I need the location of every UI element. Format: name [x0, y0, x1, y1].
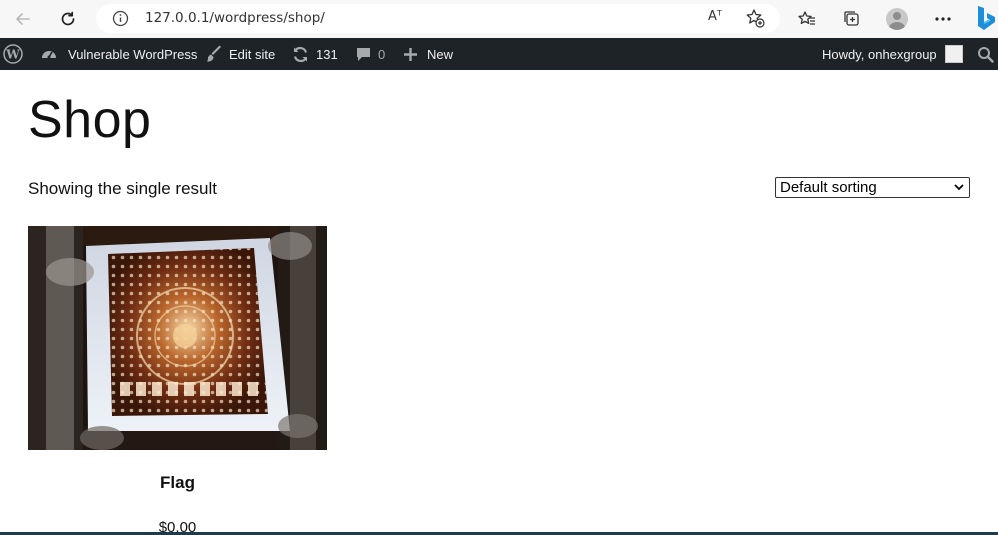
site-name-label: Vulnerable WordPress	[68, 46, 198, 62]
url-text[interactable]: 127.0.0.1/wordpress/shop/	[145, 10, 325, 26]
address-bar[interactable]: 127.0.0.1/wordpress/shop/ Aᵀ	[96, 4, 780, 33]
bing-copilot-icon[interactable]	[972, 4, 998, 32]
page-title: Shop	[28, 91, 152, 149]
chevron-down-icon	[954, 184, 964, 191]
dashboard-icon	[42, 51, 56, 59]
wp-admin-bar: W Vulnerable WordPress Edit site 131 0 N…	[0, 38, 998, 70]
back-button[interactable]	[8, 4, 38, 34]
profile-avatar-icon[interactable]	[883, 5, 911, 33]
plus-icon	[404, 47, 417, 61]
site-info-icon[interactable]	[112, 10, 129, 32]
refresh-icon	[61, 11, 75, 26]
read-aloud-icon[interactable]: Aᵀ	[708, 9, 722, 24]
more-options-icon[interactable]	[929, 5, 957, 33]
product-card[interactable]: Flag $0.00	[28, 226, 328, 535]
comments-count: 0	[378, 46, 386, 62]
user-avatar	[944, 45, 963, 63]
sorting-selected-value: Default sorting	[780, 179, 877, 196]
updates-count: 131	[316, 46, 338, 62]
svg-text:W: W	[5, 48, 20, 62]
site-name-menu[interactable]: Vulnerable WordPress	[40, 38, 197, 70]
product-title[interactable]: Flag	[28, 473, 327, 493]
sorting-select[interactable]: Default sorting	[775, 177, 970, 198]
favorites-icon[interactable]	[793, 5, 821, 33]
brush-icon	[207, 45, 221, 62]
edit-site-link[interactable]: Edit site	[205, 38, 275, 70]
edit-site-label: Edit site	[229, 46, 276, 62]
updates-link[interactable]: 131	[291, 38, 338, 70]
updates-icon	[293, 46, 308, 62]
wordpress-logo-icon: W	[3, 44, 23, 64]
collections-icon[interactable]	[838, 5, 866, 33]
add-favorite-icon[interactable]	[744, 7, 766, 34]
new-label: New	[427, 46, 454, 62]
search-icon	[978, 46, 994, 63]
howdy-label: Howdy, onhexgroup	[822, 46, 937, 62]
back-arrow-icon	[16, 13, 30, 25]
my-account-menu[interactable]: Howdy, onhexgroup	[822, 38, 963, 70]
result-count: Showing the single result	[28, 179, 218, 198]
refresh-button[interactable]	[53, 4, 83, 34]
admin-bar-search[interactable]	[977, 38, 994, 70]
comments-link[interactable]: 0	[355, 38, 385, 70]
wp-logo-menu[interactable]: W	[3, 38, 23, 70]
comment-icon	[357, 47, 370, 61]
browser-toolbar: 127.0.0.1/wordpress/shop/ Aᵀ	[0, 0, 998, 38]
new-content-menu[interactable]: New	[403, 38, 453, 70]
product-image[interactable]	[28, 226, 327, 450]
